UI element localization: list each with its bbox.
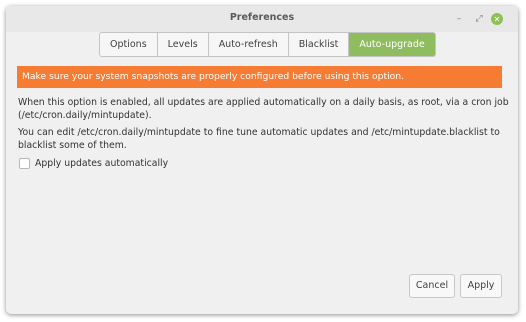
maximize-icon[interactable]: ⤢ <box>473 13 485 25</box>
apply-updates-checkbox[interactable] <box>19 158 30 169</box>
tab-blacklist[interactable]: Blacklist <box>289 33 350 56</box>
close-icon[interactable]: ✕ <box>491 13 503 25</box>
cancel-button[interactable]: Cancel <box>409 274 455 298</box>
tab-auto-upgrade[interactable]: Auto-upgrade <box>349 33 435 56</box>
tab-bar: Options Levels Auto-refresh Blacklist Au… <box>99 32 436 57</box>
tab-auto-refresh[interactable]: Auto-refresh <box>209 33 289 56</box>
apply-button[interactable]: Apply <box>460 274 502 298</box>
cron-edit-hint: You can edit /etc/cron.daily/mintupdate … <box>18 127 500 151</box>
apply-updates-label[interactable]: Apply updates automatically <box>35 158 168 169</box>
tab-options[interactable]: Options <box>100 33 158 56</box>
apply-updates-option[interactable]: Apply updates automatically <box>19 158 168 169</box>
titlebar[interactable]: Preferences – ⤢ ✕ <box>6 6 518 32</box>
preferences-window: Preferences – ⤢ ✕ Options Levels Auto-re… <box>6 6 518 314</box>
snapshot-warning-banner: Make sure your system snapshots are prop… <box>17 66 502 88</box>
tab-levels[interactable]: Levels <box>158 33 209 56</box>
minimize-icon[interactable]: – <box>453 13 465 25</box>
auto-upgrade-description: When this option is enabled, all updates… <box>18 97 509 121</box>
window-title: Preferences <box>229 12 295 23</box>
